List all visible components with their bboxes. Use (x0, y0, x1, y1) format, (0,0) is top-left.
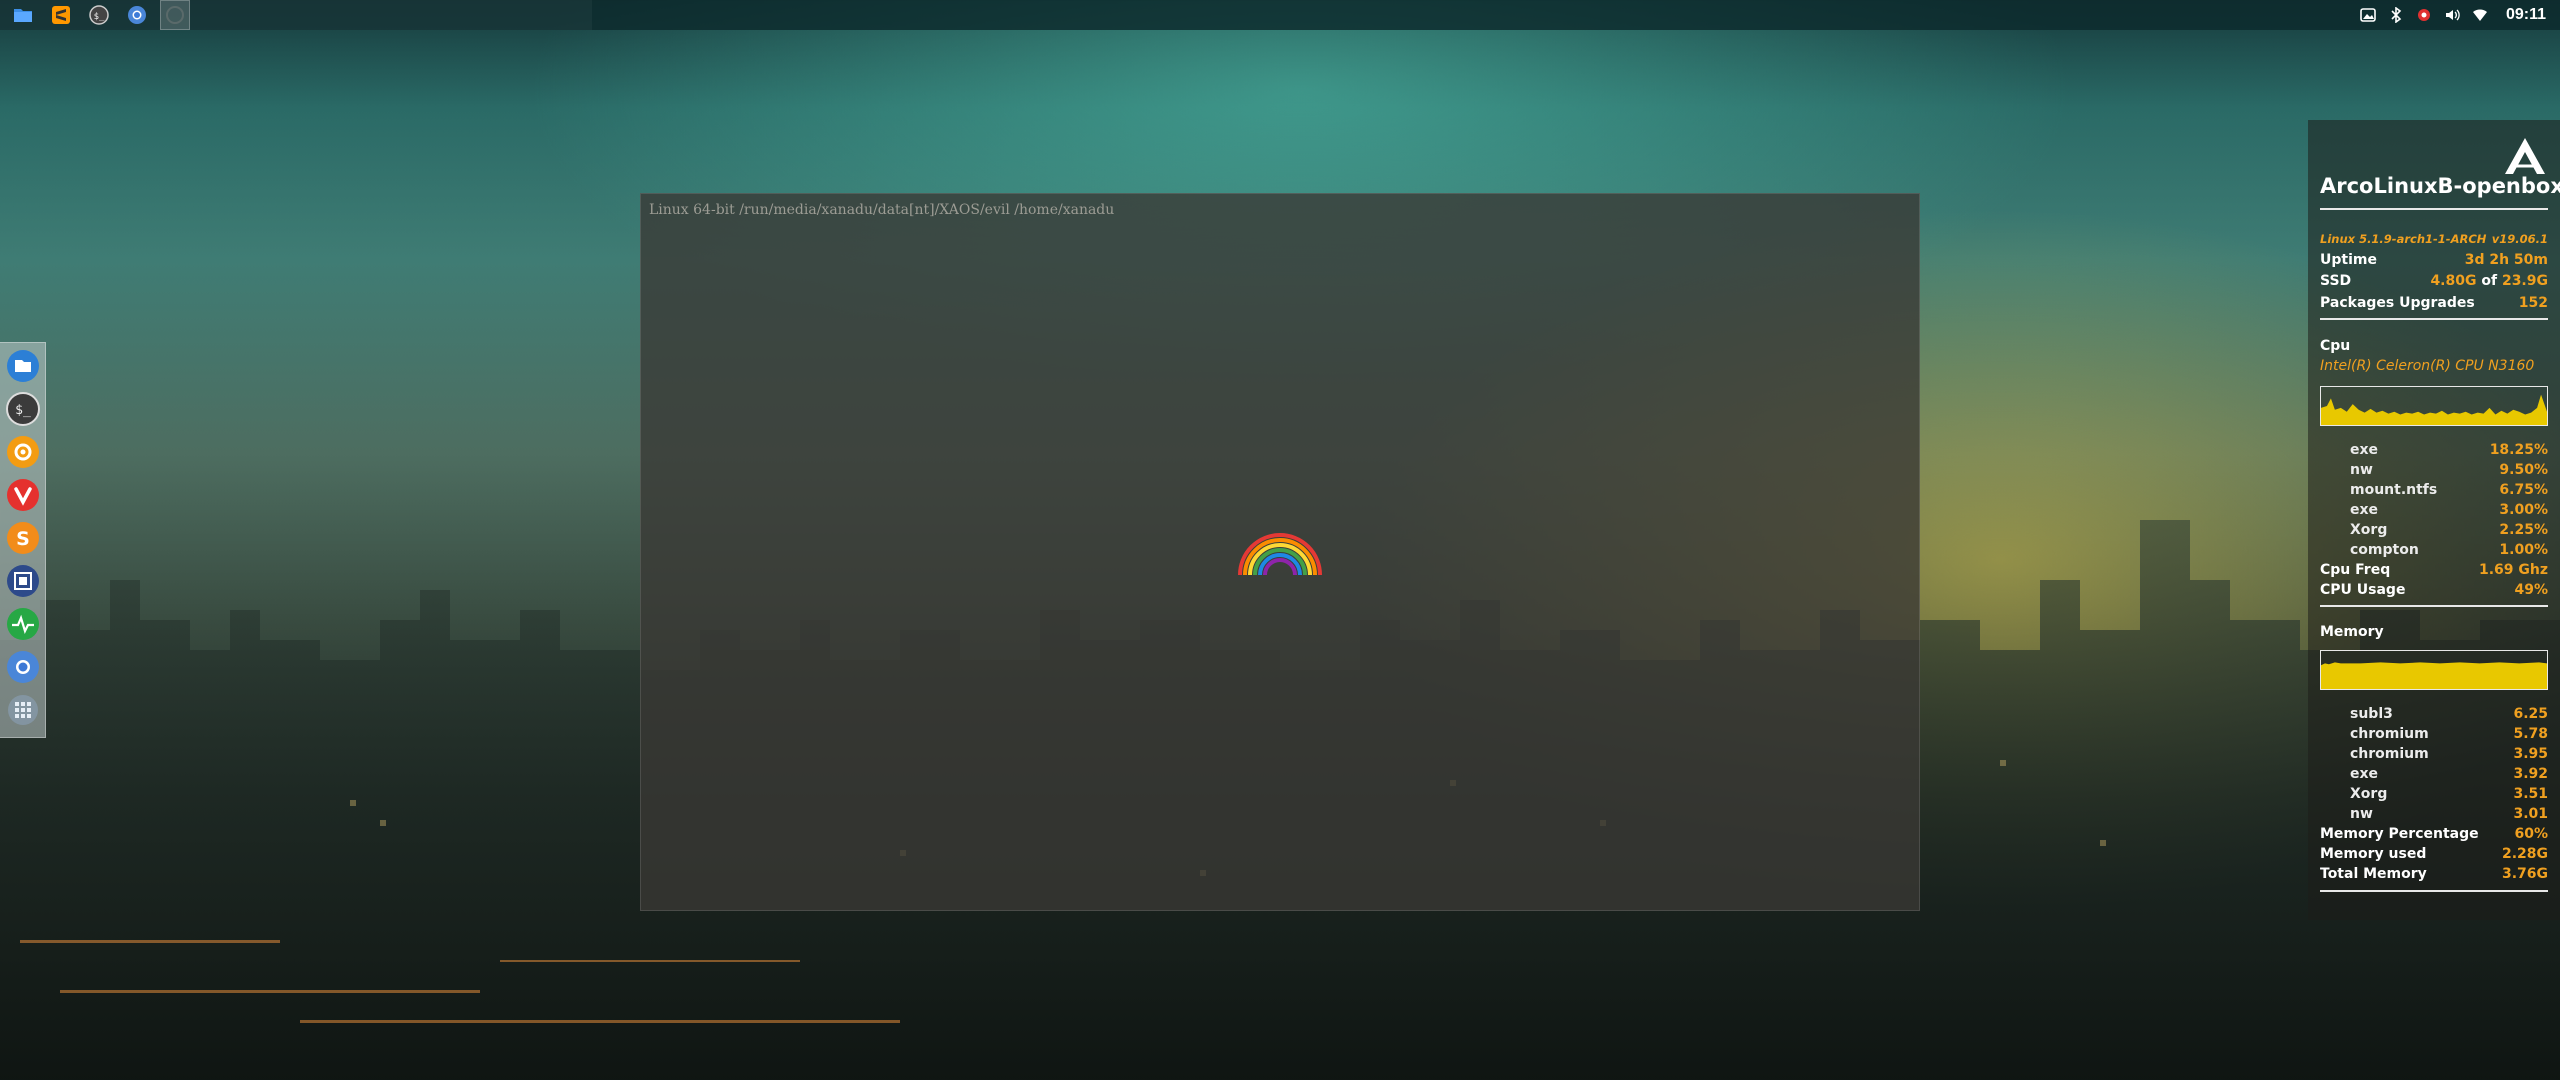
chromium-icon (128, 6, 146, 24)
dock-vivaldi[interactable] (6, 478, 40, 512)
settings-icon[interactable] (2416, 7, 2432, 23)
arcolinux-logo-icon (2505, 138, 2545, 174)
kernel-label: Linux 5.1.9-arch1-1-ARCH (2320, 232, 2487, 246)
cpu-process-row: exe 3.00% (2350, 502, 2548, 518)
chromium-launcher[interactable] (122, 0, 152, 30)
memory-section-title: Memory (2320, 624, 2384, 640)
conky-widget: ArcoLinuxB-openbox Linux 5.1.9-arch1-1-A… (2308, 120, 2560, 920)
conky-ssd-row: SSD 4.80G of 23.9G (2320, 273, 2548, 289)
divider (2320, 890, 2548, 892)
mem-used-row: Memory used 2.28G (2320, 846, 2548, 862)
cpu-freq-row: Cpu Freq 1.69 Ghz (2320, 562, 2548, 578)
divider (2320, 318, 2548, 320)
svg-text:S: S (16, 528, 30, 550)
file-manager-launcher[interactable] (8, 0, 38, 30)
memory-graph (2320, 650, 2548, 690)
chromium-icon (6, 651, 39, 683)
settings-app-icon (6, 436, 39, 468)
clock[interactable]: 09:11 (2506, 6, 2546, 24)
dock-system-monitor[interactable] (6, 607, 40, 641)
sublime-text-launcher[interactable] (46, 0, 76, 30)
divider (2320, 208, 2548, 210)
sublime-icon: S (6, 522, 39, 554)
top-panel: $_ 09:11 (0, 0, 2560, 30)
files-icon (6, 350, 39, 382)
mem-process-row: Xorg 3.51 (2350, 786, 2548, 802)
cpu-process-row: compton 1.00% (2350, 542, 2548, 558)
dock-chromium[interactable] (6, 650, 40, 684)
mem-process-row: nw 3.01 (2350, 806, 2548, 822)
app-dock: $_ S (0, 342, 46, 738)
conky-uptime-row: Uptime 3d 2h 50m (2320, 252, 2548, 268)
system-tray: 09:11 (2360, 0, 2546, 30)
conky-kernel-row: Linux 5.1.9-arch1-1-ARCH v19.06.1 (2320, 232, 2548, 246)
screenshot-icon[interactable] (2360, 7, 2376, 23)
bluetooth-icon[interactable] (2388, 7, 2404, 23)
volume-icon[interactable] (2444, 7, 2460, 23)
wifi-icon[interactable] (2472, 7, 2488, 23)
mem-percentage-row: Memory Percentage 60% (2320, 826, 2548, 842)
mem-total-row: Total Memory 3.76G (2320, 866, 2548, 882)
divider (2320, 605, 2548, 607)
cpu-name: Intel(R) Celeron(R) CPU N3160 (2320, 358, 2535, 374)
terminal-icon: $_ (5, 392, 40, 426)
cpu-process-row: nw 9.50% (2350, 462, 2548, 478)
dock-files[interactable] (6, 349, 40, 383)
mem-process-row: subl3 6.25 (2350, 706, 2548, 722)
cpu-section-title: Cpu (2320, 338, 2351, 354)
vivaldi-icon (6, 479, 39, 511)
terminal-launcher[interactable]: $_ (84, 0, 114, 30)
dock-screenshot[interactable] (6, 564, 40, 598)
mem-process-row: chromium 5.78 (2350, 726, 2548, 742)
mem-process-row: chromium 3.95 (2350, 746, 2548, 762)
launcher-bar: $_ (0, 0, 592, 30)
window-icon (166, 6, 184, 24)
sublime-icon (52, 6, 70, 24)
cpu-graph (2320, 386, 2548, 426)
cpu-process-row: mount.ntfs 6.75% (2350, 482, 2548, 498)
conky-hostname: ArcoLinuxB-openbox (2320, 174, 2560, 198)
version-label: v19.06.1 (2491, 232, 2548, 246)
mem-process-row: exe 3.92 (2350, 766, 2548, 782)
cpu-usage-row: CPU Usage 49% (2320, 582, 2548, 598)
dock-settings[interactable] (6, 435, 40, 469)
app-grid-icon (7, 695, 38, 725)
system-monitor-icon (6, 608, 39, 640)
svg-text:$_: $_ (94, 12, 105, 22)
dock-app-grid[interactable] (6, 693, 40, 727)
screenshot-app-icon (6, 565, 39, 597)
cpu-process-row: Xorg 2.25% (2350, 522, 2548, 538)
dock-sublime[interactable]: S (6, 521, 40, 555)
conky-packages-row: Packages Upgrades 152 (2320, 295, 2548, 311)
rainbow-icon (1238, 533, 1322, 576)
terminal-title: Linux 64-bit /run/media/xanadu/data[nt]/… (649, 202, 1115, 218)
cpu-process-row: exe 18.25% (2350, 442, 2548, 458)
svg-text:$_: $_ (15, 403, 31, 418)
dock-terminal[interactable]: $_ (5, 392, 40, 426)
active-window-button[interactable] (160, 0, 190, 30)
folder-icon (14, 9, 32, 22)
terminal-icon: $_ (89, 5, 109, 25)
terminal-window[interactable]: Linux 64-bit /run/media/xanadu/data[nt]/… (640, 193, 1920, 911)
